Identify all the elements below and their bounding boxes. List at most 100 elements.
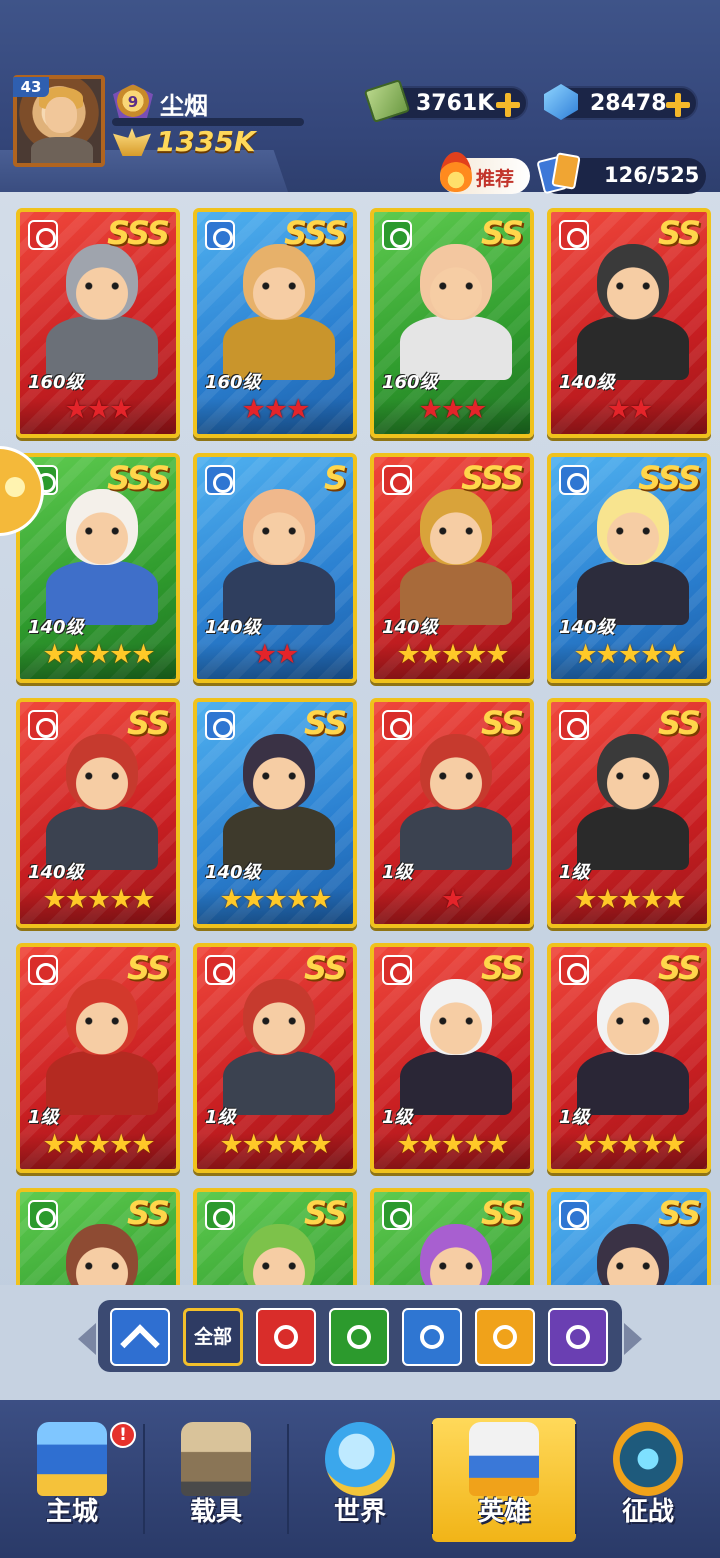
filter-gold-faction[interactable] bbox=[475, 1308, 535, 1366]
star-icon: ★ bbox=[263, 1129, 288, 1160]
filter-scroll-right-icon[interactable] bbox=[624, 1323, 642, 1355]
hero-star-rating: ★★ bbox=[551, 396, 707, 424]
hero-head bbox=[243, 1224, 315, 1285]
hero-star-rating: ★ bbox=[374, 886, 530, 914]
red-faction-icon bbox=[559, 710, 589, 740]
filter-purple-faction[interactable] bbox=[548, 1308, 608, 1366]
hero-portrait bbox=[36, 975, 168, 1115]
nav-vehicle[interactable]: 载具 bbox=[144, 1418, 288, 1542]
hero-head bbox=[597, 1224, 669, 1285]
filter-blue-faction[interactable] bbox=[402, 1308, 462, 1366]
hero-card[interactable]: SS bbox=[547, 1188, 711, 1285]
hero-body bbox=[400, 806, 512, 870]
recommend-button[interactable]: 推荐 bbox=[440, 152, 530, 194]
nav-divider bbox=[431, 1424, 433, 1534]
star-icon: ★ bbox=[42, 884, 66, 915]
faction-filter-bar: 全部 bbox=[98, 1300, 622, 1372]
add-cash-plus-icon[interactable] bbox=[496, 93, 520, 117]
red-faction-icon bbox=[382, 710, 412, 740]
hero-portrait bbox=[213, 240, 345, 380]
hero-card[interactable]: SSS 140级 ★★★★★ bbox=[370, 453, 534, 683]
hero-card[interactable]: SSS 160级 ★★★ bbox=[193, 208, 357, 438]
nav-world[interactable]: 世界 bbox=[288, 1418, 432, 1542]
hero-card[interactable]: SSS 140级 ★★★★★ bbox=[547, 453, 711, 683]
hero-card[interactable]: SS 1级 ★★★★★ bbox=[370, 943, 534, 1173]
avatar-face bbox=[45, 97, 77, 133]
star-icon: ★ bbox=[263, 394, 288, 425]
hero-portrait bbox=[567, 975, 699, 1115]
player-name: 尘烟 bbox=[160, 92, 208, 120]
star-icon: ★ bbox=[573, 1129, 597, 1160]
star-icon: ★ bbox=[440, 1129, 465, 1160]
hero-card[interactable]: SS 1级 ★★★★★ bbox=[16, 943, 180, 1173]
hero-card[interactable]: SS 160级 ★★★ bbox=[370, 208, 534, 438]
hero-portrait bbox=[213, 730, 345, 870]
hero-rank: SS bbox=[304, 704, 347, 742]
filter-red-faction[interactable] bbox=[256, 1308, 316, 1366]
star-icon: ★ bbox=[219, 884, 243, 915]
hero-rank: SSS bbox=[284, 214, 347, 252]
hero-portrait bbox=[390, 975, 522, 1115]
hero-collection-count[interactable]: 126/525 bbox=[536, 152, 706, 195]
hero-card[interactable]: S 140级 ★★ bbox=[193, 453, 357, 683]
bottom-navigation: 主城! 载具 世界 英雄 征战 bbox=[0, 1400, 720, 1558]
nav-divider bbox=[575, 1424, 577, 1534]
hero-level: 1级 bbox=[559, 1107, 590, 1128]
hero-portrait bbox=[390, 240, 522, 380]
hero-eyes bbox=[80, 527, 124, 535]
filter-green-faction[interactable] bbox=[329, 1308, 389, 1366]
nav-heroes[interactable]: 英雄 bbox=[432, 1418, 576, 1542]
hero-card[interactable]: SS 1级 ★★★★★ bbox=[193, 943, 357, 1173]
star-icon: ★ bbox=[131, 1129, 155, 1160]
vip-badge-icon[interactable]: 9 bbox=[113, 84, 153, 118]
hero-card[interactable]: SS 1级 ★ bbox=[370, 698, 534, 928]
hero-card[interactable]: SS bbox=[370, 1188, 534, 1285]
hero-rank: SS bbox=[481, 1194, 524, 1232]
hero-portrait bbox=[567, 485, 699, 625]
red-faction-icon bbox=[274, 1325, 298, 1349]
hero-card[interactable]: SS 1级 ★★★★★ bbox=[547, 698, 711, 928]
mech-icon bbox=[181, 1422, 251, 1496]
hero-rank: SS bbox=[481, 214, 524, 252]
red-faction-icon bbox=[28, 710, 58, 740]
hero-level: 160级 bbox=[382, 372, 438, 393]
hero-eyes bbox=[257, 282, 301, 290]
hero-level: 140级 bbox=[559, 617, 615, 638]
add-gem-plus-icon[interactable] bbox=[666, 93, 690, 117]
red-faction-icon bbox=[28, 220, 58, 250]
star-icon: ★ bbox=[573, 639, 597, 670]
star-icon: ★ bbox=[662, 1129, 686, 1160]
player-level-badge: 43 bbox=[13, 77, 49, 97]
hero-eyes bbox=[611, 772, 655, 780]
hero-card[interactable]: SS bbox=[16, 1188, 180, 1285]
filter-scroll-left-icon[interactable] bbox=[78, 1323, 96, 1355]
hero-card[interactable]: SS 140级 ★★★★★ bbox=[193, 698, 357, 928]
red-faction-icon bbox=[382, 465, 412, 495]
star-icon: ★ bbox=[286, 1129, 310, 1160]
hero-card[interactable]: SSS 160级 ★★★ bbox=[16, 208, 180, 438]
hero-rank: SSS bbox=[107, 459, 170, 497]
fire-icon bbox=[440, 152, 472, 192]
hero-star-rating: ★★★★★ bbox=[197, 886, 353, 914]
hero-head bbox=[420, 1224, 492, 1285]
hero-grid[interactable]: SSS 160级 ★★★ SSS 160级 ★★★ SS 160级 ★★★ SS 140级 ★★ SSS… bbox=[0, 192, 720, 1285]
hero-card[interactable]: SS 140级 ★★ bbox=[547, 208, 711, 438]
red-faction-icon bbox=[205, 955, 235, 985]
star-icon: ★ bbox=[617, 1129, 642, 1160]
hero-card[interactable]: SS bbox=[193, 1188, 357, 1285]
castle-icon bbox=[37, 1422, 107, 1496]
hero-card[interactable]: SS 140级 ★★★★★ bbox=[16, 698, 180, 928]
hero-rank: SSS bbox=[461, 459, 524, 497]
hero-eyes bbox=[257, 527, 301, 535]
filter-rank-up[interactable] bbox=[110, 1308, 170, 1366]
hero-head bbox=[66, 1224, 138, 1285]
nav-campaign[interactable]: 征战 bbox=[576, 1418, 720, 1542]
hero-card[interactable]: SS 1级 ★★★★★ bbox=[547, 943, 711, 1173]
filter-all[interactable]: 全部 bbox=[183, 1308, 243, 1366]
hero-level: 160级 bbox=[28, 372, 84, 393]
star-icon: ★ bbox=[86, 394, 111, 425]
star-icon: ★ bbox=[109, 884, 133, 915]
nav-main-city[interactable]: 主城! bbox=[0, 1418, 144, 1542]
notification-badge: ! bbox=[110, 1422, 136, 1448]
star-icon: ★ bbox=[418, 1129, 443, 1160]
